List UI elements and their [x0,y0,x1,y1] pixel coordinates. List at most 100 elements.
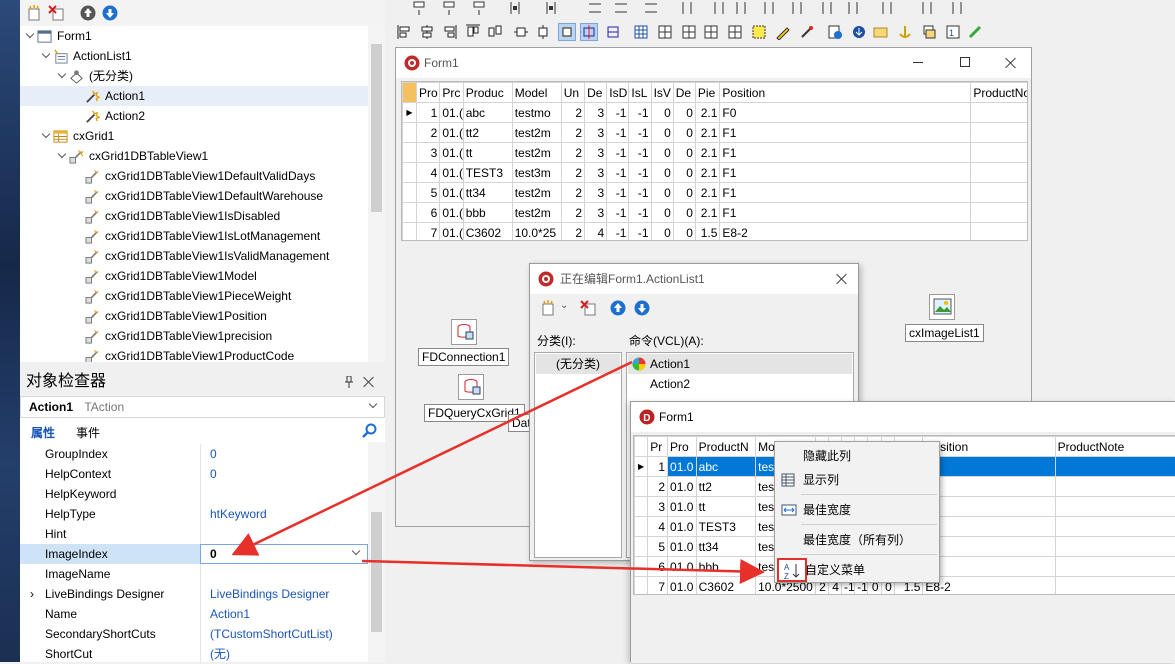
table-row[interactable]: 401.(TEST3test3m23-1-1002.1F12TES [403,163,1029,183]
grid-column-header[interactable]: Pro [668,437,697,457]
grid-column-header[interactable]: Model [512,83,561,103]
table-cell[interactable]: F1 [923,477,1055,497]
creation-order-icon[interactable] [967,24,983,40]
fdconnection-component[interactable] [451,319,477,345]
tree-item-column[interactable]: cxGrid1DBTableView1IsValidManagement [20,246,368,266]
table-cell[interactable]: F0 [923,457,1055,477]
align-icon[interactable] [543,0,559,16]
align-center-icon[interactable] [419,24,435,40]
grid-column-header[interactable]: IsV [651,83,673,103]
table-cell[interactable]: F1 [923,557,1055,577]
property-value[interactable]: (无) [210,644,230,664]
table-cell[interactable]: 7 [417,223,440,242]
grid-column-header[interactable]: De [673,83,695,103]
table-cell[interactable]: 2.1 [695,163,720,183]
property-row[interactable]: ImageName [20,564,368,584]
table-cell[interactable]: 01.( [440,163,463,183]
align-icon[interactable] [643,0,659,16]
grid-column-header[interactable]: Position [923,437,1055,457]
table-cell[interactable]: 0 [651,163,673,183]
table-cell[interactable]: -1 [629,223,651,242]
tree-item-category-uncategorized[interactable]: (无分类) [20,66,368,86]
align-icon[interactable] [711,0,727,16]
table-cell[interactable]: test3m [512,163,561,183]
table-cell[interactable]: F1 [720,123,971,143]
table-cell[interactable]: 01.( [440,123,463,143]
download-icon[interactable] [827,24,843,40]
table-cell[interactable]: TEST3 [463,163,512,183]
grid-column-header[interactable]: IsD [607,83,629,103]
table-cell[interactable]: -1 [607,103,629,123]
align-icon[interactable] [733,0,749,16]
fdquery-component[interactable] [458,374,484,400]
table-cell[interactable]: 2 [561,163,584,183]
table-cell[interactable]: test2m [512,143,561,163]
chevron-down-icon[interactable] [26,31,36,41]
table-cell[interactable]: 7 [648,577,668,596]
table-cell[interactable]: 01.0 [668,577,697,596]
table-cell[interactable]: test2m [512,203,561,223]
tree-scrollbar[interactable] [368,26,385,362]
pin-icon[interactable] [344,376,354,388]
table-cell[interactable]: F1 [720,183,971,203]
chevron-down-icon[interactable] [58,151,68,161]
table-cell[interactable]: 2 [561,123,584,143]
tab-order-icon[interactable]: 1 [945,24,961,40]
align-icon[interactable] [587,0,603,16]
grid-icon[interactable] [681,24,697,40]
table-cell[interactable]: 1.5 [695,223,720,242]
table-cell[interactable]: 2 [561,143,584,163]
table-cell[interactable]: F0 [720,103,971,123]
table-cell[interactable]: F1 [720,163,971,183]
table-cell[interactable]: -1 [629,203,651,223]
anchor-icon[interactable] [897,24,913,40]
property-row[interactable]: HelpContext 0 [20,464,368,484]
tree-item-tableview[interactable]: cxGrid1DBTableView1 [20,146,368,166]
table-cell[interactable] [1055,517,1175,537]
table-cell[interactable]: tt34 [463,183,512,203]
property-value[interactable]: Action1 [210,604,250,624]
menu-item-best-fit-all[interactable]: 最佳宽度（所有列） [775,528,939,552]
chevron-down-icon[interactable]: ⌄ [560,300,568,311]
property-value[interactable]: 0 [210,444,217,464]
tree-item-column[interactable]: cxGrid1DBTableView1Position [20,306,368,326]
table-cell[interactable]: 4 [585,223,607,242]
space-horz-icon[interactable] [513,24,529,40]
table-cell[interactable]: 1 [417,103,440,123]
property-row[interactable]: Hint [20,524,368,544]
align-top-icon[interactable] [465,24,481,40]
table-cell[interactable]: 0 [651,123,673,143]
table-cell[interactable]: -1 [607,223,629,242]
align-icon[interactable] [919,0,935,16]
table-cell[interactable]: 6 [648,557,668,577]
table-cell[interactable]: 0 [673,163,695,183]
table-cell[interactable]: 3 [648,497,668,517]
table-cell[interactable] [1055,537,1175,557]
table-cell[interactable] [1055,457,1175,477]
table-cell[interactable]: -1 [607,203,629,223]
move-down-icon[interactable] [102,5,118,21]
tree-item-form1[interactable]: Form1 [20,26,368,46]
table-cell[interactable]: tt [696,497,755,517]
table-cell[interactable]: 2 [561,103,584,123]
tree-item-column[interactable]: cxGrid1DBTableView1DefaultWarehouse [20,186,368,206]
menu-item-hide-column[interactable]: 隐藏此列 [775,444,939,468]
table-cell[interactable]: -1 [607,163,629,183]
close-icon[interactable] [363,376,375,388]
table-cell[interactable]: 1 [648,457,668,477]
align-icon[interactable] [411,0,427,16]
align-icon[interactable] [761,0,777,16]
table-cell[interactable]: bbb [463,203,512,223]
grid-column-header[interactable]: Un [561,83,584,103]
grid-corner-cell[interactable] [403,83,417,103]
table-cell[interactable]: test2m [512,123,561,143]
grid-corner-cell[interactable] [635,437,648,457]
align-icon[interactable] [949,0,965,16]
table-cell[interactable]: 5 [648,537,668,557]
align-icon[interactable] [441,0,457,16]
scrollbar-thumb[interactable] [371,44,382,212]
grid-column-header[interactable]: Position [720,83,971,103]
table-cell[interactable]: 2 [561,183,584,203]
property-row[interactable]: ShortCut (无) [20,644,368,664]
property-value[interactable]: LiveBindings Designer [210,584,329,604]
